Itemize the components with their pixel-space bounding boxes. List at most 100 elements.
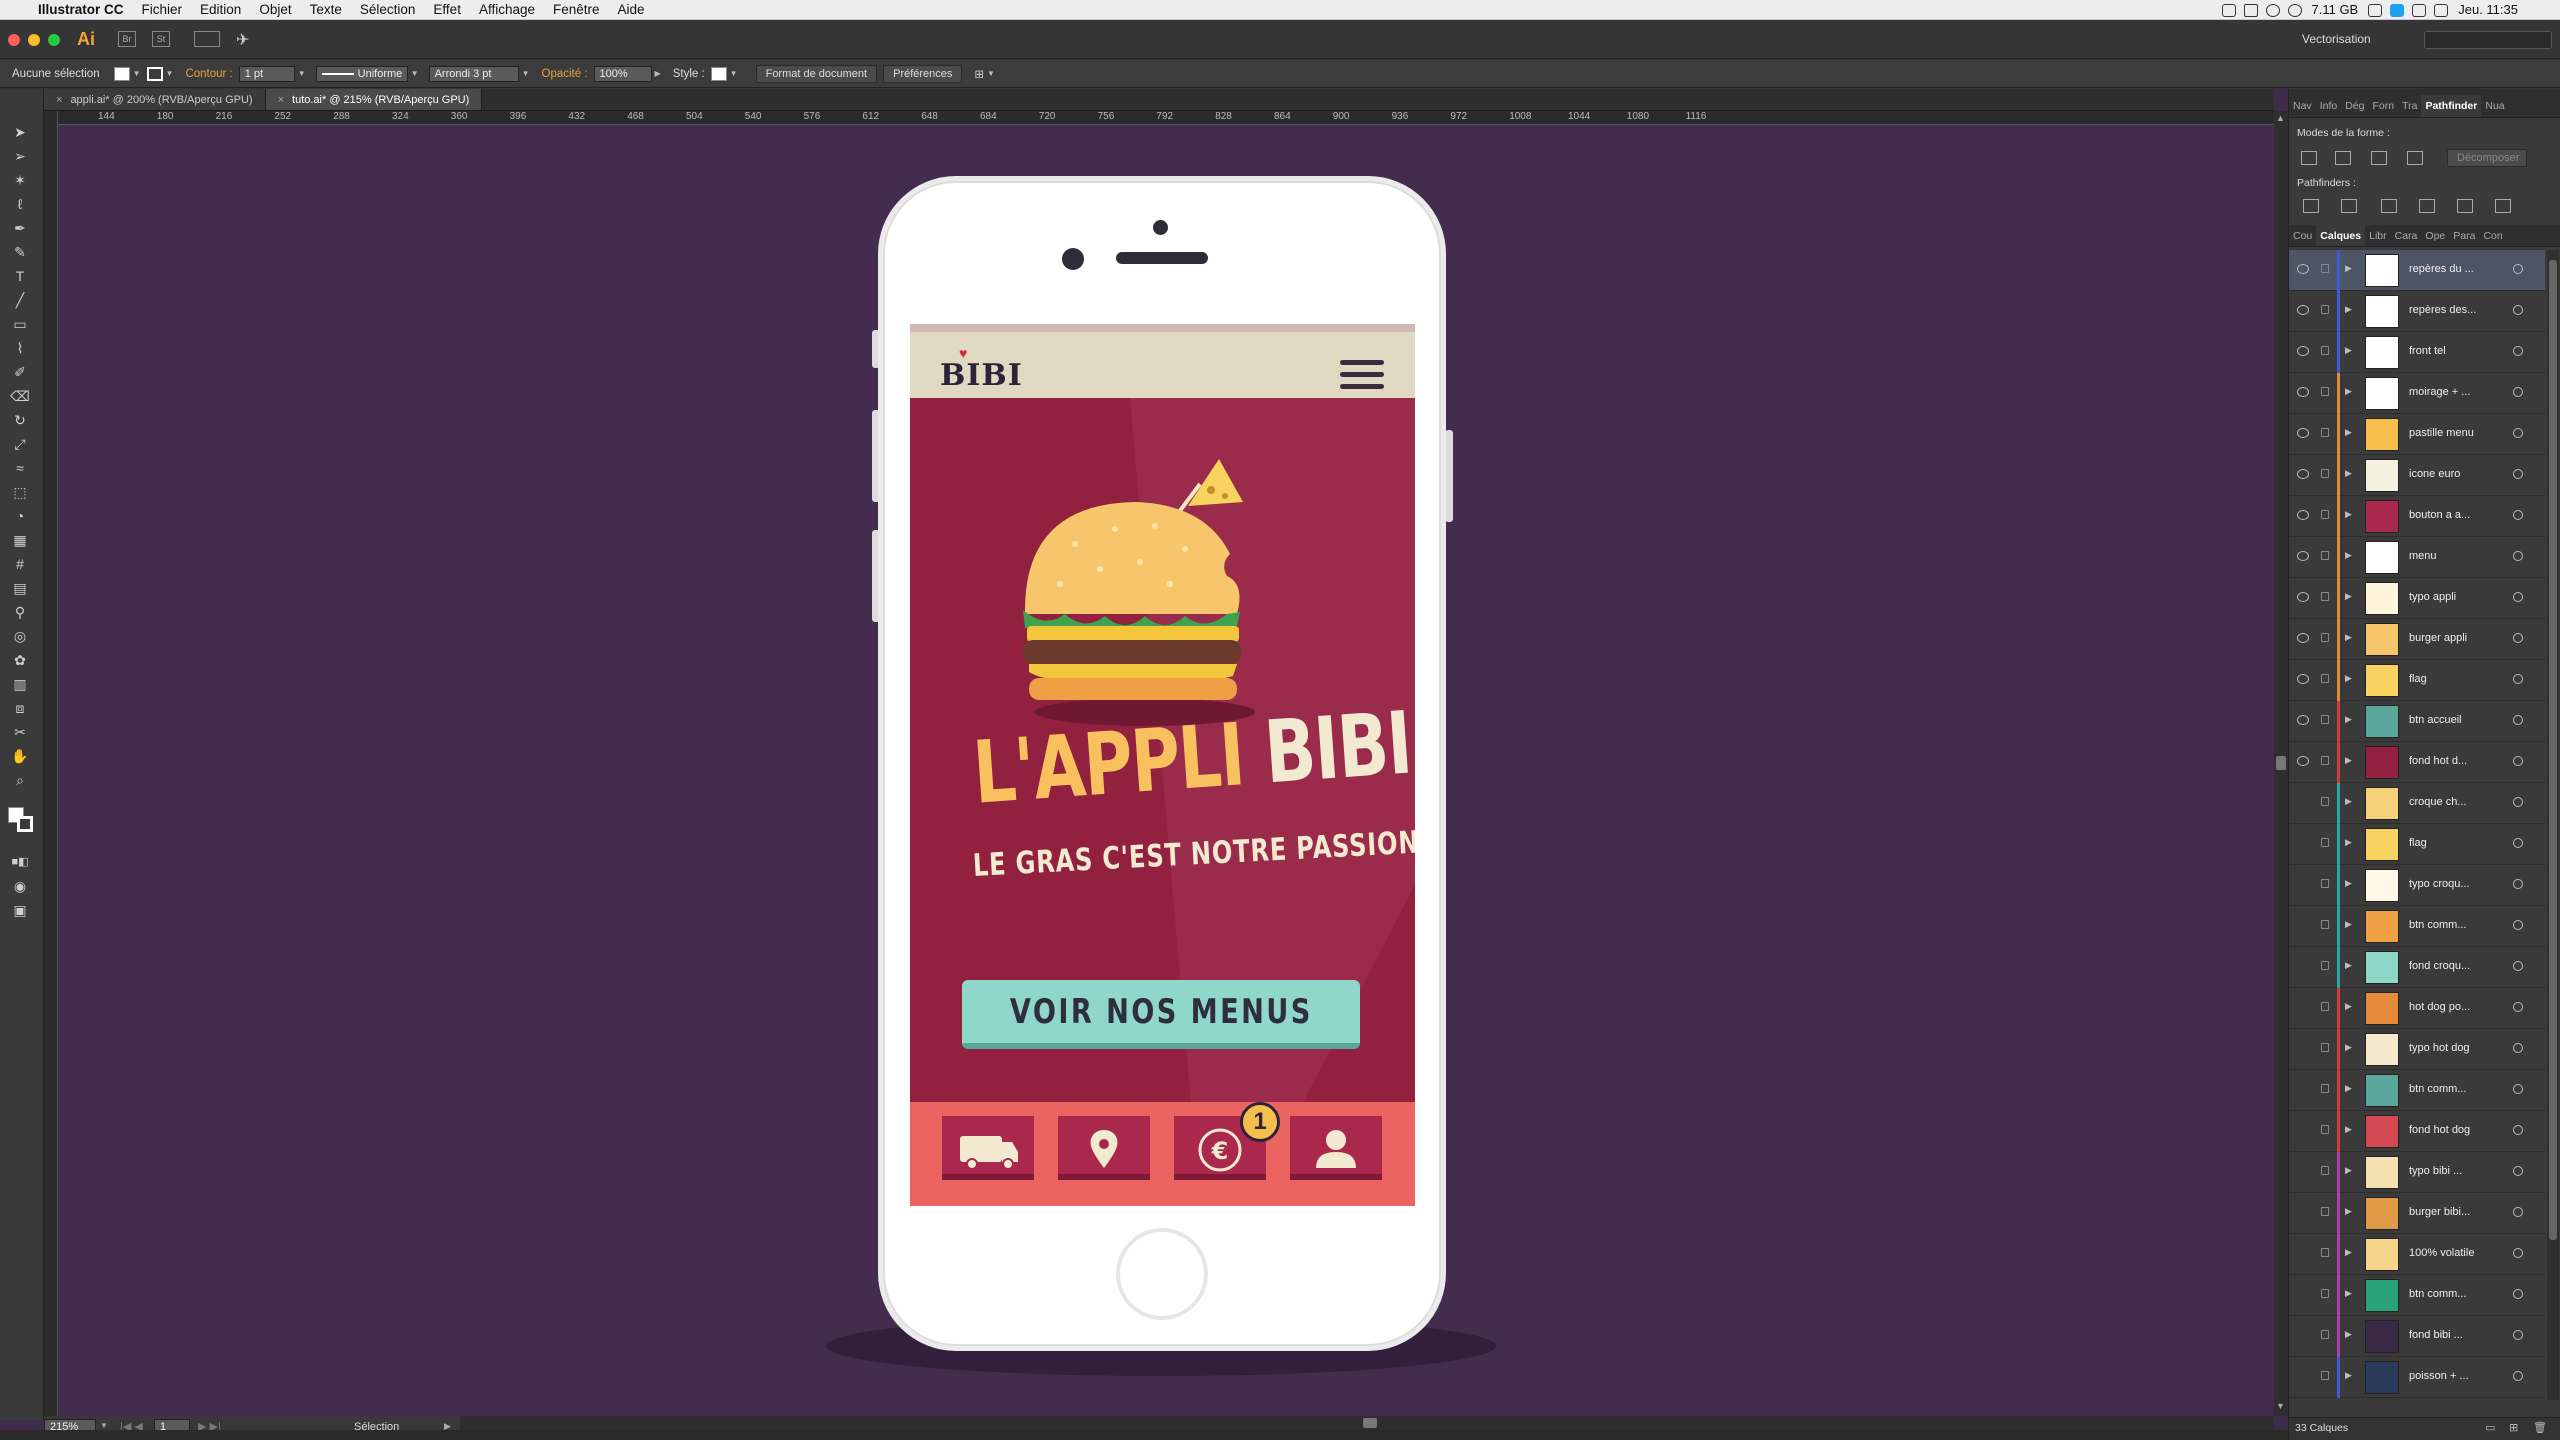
expand-layer-icon[interactable]: ▶ <box>2345 1206 2352 1217</box>
visibility-eye-icon[interactable] <box>2297 920 2309 930</box>
layer-row[interactable]: ▶ 100% volatile <box>2289 1234 2545 1275</box>
selection-tool-icon[interactable]: ➤ <box>10 123 30 141</box>
lock-icon[interactable] <box>2321 756 2329 765</box>
layer-name[interactable]: typo hot dog <box>2409 1042 2470 1054</box>
expand-layer-icon[interactable]: ▶ <box>2345 837 2352 848</box>
visibility-eye-icon[interactable] <box>2297 1330 2309 1340</box>
layer-row[interactable]: ▶ burger appli <box>2289 619 2545 660</box>
paintbrush-tool-icon[interactable]: ⌇ <box>10 339 30 357</box>
expand-layer-icon[interactable]: ▶ <box>2345 509 2352 520</box>
expand-layer-icon[interactable]: ▶ <box>2345 632 2352 643</box>
new-layer-icon[interactable]: ▭ <box>2485 1421 2495 1434</box>
status-icon[interactable] <box>2243 3 2258 17</box>
lock-icon[interactable] <box>2321 715 2329 724</box>
lock-icon[interactable] <box>2321 1207 2329 1216</box>
visibility-eye-icon[interactable] <box>2297 346 2309 356</box>
layer-name[interactable]: typo bibi ... <box>2409 1165 2462 1177</box>
curvature-tool-icon[interactable]: ✎ <box>10 243 30 261</box>
minus-back-icon[interactable] <box>2495 199 2511 213</box>
lock-icon[interactable] <box>2321 1084 2329 1093</box>
layer-target-icon[interactable] <box>2513 1207 2523 1217</box>
menu-app-name[interactable]: Illustrator CC <box>29 0 133 20</box>
expand-layer-icon[interactable]: ▶ <box>2345 345 2352 356</box>
stroke-weight-field[interactable]: 1 pt ▼ <box>238 65 306 82</box>
layer-target-icon[interactable] <box>2513 633 2523 643</box>
zoom-tool-icon[interactable]: ⌕ <box>10 771 30 789</box>
status-icon[interactable] <box>2368 3 2383 17</box>
expand-layer-icon[interactable]: ▶ <box>2345 1247 2352 1258</box>
layer-target-icon[interactable] <box>2513 592 2523 602</box>
lock-icon[interactable] <box>2321 797 2329 806</box>
tab-navigator[interactable]: Nav <box>2289 95 2316 117</box>
visibility-eye-icon[interactable] <box>2297 551 2309 561</box>
search-input[interactable] <box>2424 31 2552 49</box>
layer-name[interactable]: fond croqu... <box>2409 960 2470 972</box>
close-tab-icon[interactable]: × <box>56 94 62 106</box>
zoom-window-button[interactable] <box>48 34 60 46</box>
visibility-eye-icon[interactable] <box>2297 1207 2309 1217</box>
layer-name[interactable]: front tel <box>2409 345 2446 357</box>
layer-name[interactable]: hot dog po... <box>2409 1001 2470 1013</box>
layer-name[interactable]: burger appli <box>2409 632 2467 644</box>
visibility-eye-icon[interactable] <box>2297 1289 2309 1299</box>
vertical-scrollbar[interactable]: ▲ ▼ <box>2274 111 2288 1416</box>
lock-icon[interactable] <box>2321 1289 2329 1298</box>
lock-icon[interactable] <box>2321 1166 2329 1175</box>
layer-target-icon[interactable] <box>2513 346 2523 356</box>
stock-icon[interactable]: St <box>152 31 170 47</box>
lock-icon[interactable] <box>2321 674 2329 683</box>
visibility-eye-icon[interactable] <box>2297 428 2309 438</box>
layer-name[interactable]: flag <box>2409 837 2427 849</box>
see-menus-button[interactable]: VOIR NOS MENUS <box>962 980 1360 1049</box>
eyedropper-tool-icon[interactable]: ⚲ <box>10 603 30 621</box>
layer-row[interactable]: ▶ pastille menu <box>2289 414 2545 455</box>
document-format-button[interactable]: Format de document <box>755 64 878 83</box>
stroke-profile-select[interactable]: Uniforme ▼ <box>315 65 419 82</box>
visibility-eye-icon[interactable] <box>2297 715 2309 725</box>
lock-icon[interactable] <box>2321 387 2329 396</box>
tab-opentype[interactable]: Ope <box>2421 225 2449 246</box>
expand-layer-icon[interactable]: ▶ <box>2345 1370 2352 1381</box>
magic-wand-tool-icon[interactable]: ✶ <box>10 171 30 189</box>
layers-scrollbar[interactable] <box>2547 250 2559 1400</box>
visibility-eye-icon[interactable] <box>2297 592 2309 602</box>
layer-target-icon[interactable] <box>2513 879 2523 889</box>
layer-row[interactable]: ▶ hot dog po... <box>2289 988 2545 1029</box>
layer-row[interactable]: ▶ flag <box>2289 824 2545 865</box>
expand-layer-icon[interactable]: ▶ <box>2345 714 2352 725</box>
delete-layer-icon[interactable]: 🗑 <box>2533 1421 2547 1434</box>
layer-row[interactable]: ▶ typo appli <box>2289 578 2545 619</box>
layer-target-icon[interactable] <box>2513 551 2523 561</box>
layer-name[interactable]: menu <box>2409 550 2437 562</box>
arrange-icon[interactable]: ⊞ ▼ <box>974 67 995 81</box>
layer-target-icon[interactable] <box>2513 1248 2523 1258</box>
layer-target-icon[interactable] <box>2513 797 2523 807</box>
visibility-eye-icon[interactable] <box>2297 1371 2309 1381</box>
line-tool-icon[interactable]: ╱ <box>10 291 30 309</box>
status-icon[interactable] <box>2221 3 2236 17</box>
layer-name[interactable]: icone euro <box>2409 468 2460 480</box>
vertical-ruler[interactable] <box>44 111 58 1416</box>
brush-select[interactable]: Arrondi 3 pt ▼ <box>428 65 530 82</box>
tab-libraries[interactable]: Libr <box>2365 225 2391 246</box>
layer-target-icon[interactable] <box>2513 1084 2523 1094</box>
layer-target-icon[interactable] <box>2513 264 2523 274</box>
hand-tool-icon[interactable]: ✋ <box>10 747 30 765</box>
visibility-eye-icon[interactable] <box>2297 387 2309 397</box>
preferences-button[interactable]: Préférences <box>883 64 963 83</box>
expand-layer-icon[interactable]: ▶ <box>2345 919 2352 930</box>
scroll-down-arrow[interactable]: ▼ <box>2276 1401 2285 1411</box>
layer-target-icon[interactable] <box>2513 961 2523 971</box>
lock-icon[interactable] <box>2321 633 2329 642</box>
visibility-eye-icon[interactable] <box>2297 1166 2309 1176</box>
layer-row[interactable]: ▶ bouton a a... <box>2289 496 2545 537</box>
exclude-icon[interactable] <box>2407 151 2423 165</box>
tab-info[interactable]: Info <box>2316 95 2342 117</box>
layer-target-icon[interactable] <box>2513 674 2523 684</box>
visibility-eye-icon[interactable] <box>2297 1002 2309 1012</box>
rectangle-tool-icon[interactable]: ▭ <box>10 315 30 333</box>
style-swatch[interactable]: ▼ <box>710 66 738 81</box>
tab-pathfinder[interactable]: Pathfinder <box>2421 95 2482 117</box>
shape-builder-tool-icon[interactable]: ◔ <box>10 507 30 525</box>
unite-icon[interactable] <box>2301 151 2317 165</box>
